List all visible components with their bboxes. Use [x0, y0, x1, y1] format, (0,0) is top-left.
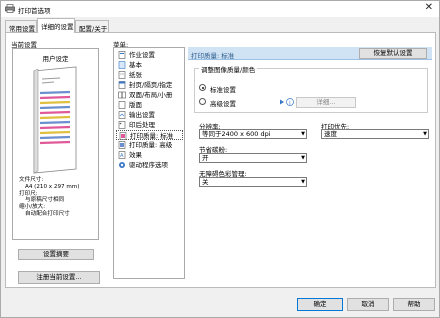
print-preferences-window: 打印首选项 ✕ 常用设置 详细的设置 配置/关于 当前设置 用户设定 文件尺寸:…	[0, 0, 440, 318]
menu-item-output[interactable]: 输出设置	[116, 110, 183, 120]
color-management-select[interactable]: 关 ▼	[199, 177, 307, 187]
menu-item-cover[interactable]: 封页/隔页/指定	[116, 80, 183, 90]
effect-icon: A	[118, 151, 126, 159]
quality-icon	[119, 132, 127, 140]
menu-item-label: 纸张	[129, 71, 142, 79]
scale-label: 缩小/放大:	[19, 204, 46, 211]
play-arrow-icon	[280, 99, 284, 105]
toner-save-select[interactable]: 开 ▼	[199, 153, 307, 163]
menu-item-job-settings[interactable]: 作业设置	[116, 50, 183, 60]
menu-item-label: 效果	[129, 151, 142, 159]
menu-item-label: 驱动程序选项	[129, 161, 168, 169]
menu-tree: 作业设置 基本 纸张 封页/隔页/指定 双面/布局/小册 版面 输出设置 印后处…	[113, 47, 185, 279]
tab-config-about[interactable]: 配置/关于	[75, 20, 109, 33]
color-management-value: 关	[202, 178, 209, 186]
info-icon: i	[286, 98, 294, 106]
menu-item-quality-standard[interactable]: 打印质量: 标准	[116, 130, 183, 140]
menu-item-label: 打印质量: 标准	[130, 132, 174, 140]
settings-summary-button[interactable]: 设置摘要	[18, 249, 94, 260]
print-priority-select[interactable]: 速度 ▼	[321, 129, 429, 139]
printer-icon	[5, 4, 15, 13]
menu-item-finishing[interactable]: 印后处理	[116, 120, 183, 130]
title-bar: 打印首选项 ✕	[1, 1, 439, 17]
menu-item-label: 版面	[129, 101, 142, 109]
chevron-down-icon: ▼	[301, 131, 305, 137]
finish-icon	[118, 121, 126, 129]
menu-item-label: 封页/隔页/指定	[129, 81, 173, 89]
scale-value: 自动配合打印尺寸	[25, 210, 70, 217]
menu-item-label: 输出设置	[129, 111, 155, 119]
tab-common-settings[interactable]: 常用设置	[5, 20, 37, 33]
standard-settings-radio[interactable]	[199, 84, 206, 91]
chevron-down-icon: ▼	[301, 179, 305, 185]
layout-icon	[118, 91, 126, 99]
details-button[interactable]: 详细...	[296, 97, 356, 108]
cover-icon	[118, 81, 126, 89]
restore-defaults-button[interactable]: 恢复默认设置	[359, 48, 427, 59]
chevron-down-icon: ▼	[423, 131, 427, 137]
menu-item-quality-advanced[interactable]: 打印质量: 高级	[116, 140, 183, 150]
menu-item-label: 作业设置	[129, 51, 155, 59]
help-button[interactable]: 帮助	[393, 298, 435, 311]
paper-icon	[118, 71, 126, 79]
paper-preview-icon	[33, 66, 77, 174]
cancel-button[interactable]: 取消	[347, 298, 389, 311]
close-icon[interactable]: ✕	[425, 2, 433, 14]
preview-box: 用户设定 文件尺寸: A4 (210 x 297 mm) 打印尺: 与原稿尺寸相…	[12, 48, 99, 240]
chevron-down-icon: ▼	[301, 155, 305, 161]
menu-item-label: 基本	[129, 61, 142, 69]
basic-icon	[118, 61, 126, 69]
output-icon	[118, 111, 126, 119]
menu-item-label: 打印质量: 高级	[129, 141, 173, 149]
adjust-quality-group-label: 调整图像质量/颜色	[199, 64, 258, 74]
tab-detailed-settings[interactable]: 详细的设置	[37, 18, 75, 33]
size-value: A4 (210 x 297 mm)	[25, 183, 80, 190]
menu-item-label: 双面/布局/小册	[129, 91, 173, 99]
menu-item-basic[interactable]: 基本	[116, 60, 183, 70]
toner-save-value: 开	[202, 154, 209, 162]
advanced-settings-label: 高级设置	[210, 100, 236, 108]
page-icon	[118, 101, 126, 109]
tab-label: 详细的设置	[41, 23, 74, 31]
menu-item-layout[interactable]: 双面/布局/小册	[116, 90, 183, 100]
svg-text:i: i	[289, 101, 291, 107]
settings-summary: 文件尺寸: A4 (210 x 297 mm) 打印尺: 与原稿尺寸相同 缩小/…	[19, 177, 79, 218]
driver-icon	[119, 162, 125, 168]
job-icon	[118, 51, 126, 59]
preview-title: 用户设定	[42, 55, 69, 63]
window-title: 打印首选项	[18, 7, 51, 15]
menu-item-effects[interactable]: A 效果	[116, 150, 183, 160]
menu-item-page[interactable]: 版面	[116, 100, 183, 110]
resolution-value: 等同于2400 x 600 dpi	[202, 130, 271, 138]
menu-item-label: 印后处理	[129, 121, 155, 129]
svg-text:A: A	[120, 153, 124, 159]
register-current-settings-button[interactable]: 注册当前设置...	[18, 271, 100, 284]
resolution-select[interactable]: 等同于2400 x 600 dpi ▼	[199, 129, 307, 139]
quality-adv-icon	[118, 141, 126, 149]
standard-settings-label: 标准设置	[210, 86, 236, 94]
panel-header-title: 打印质量: 标准	[191, 52, 235, 60]
menu-item-driver-options[interactable]: 驱动程序选项	[116, 160, 183, 170]
advanced-settings-radio[interactable]	[199, 98, 206, 105]
print-priority-value: 速度	[324, 130, 337, 138]
ok-button[interactable]: 确定	[297, 298, 343, 311]
size-label: 文件尺寸:	[19, 177, 44, 183]
menu-item-paper[interactable]: 纸张	[116, 70, 183, 80]
